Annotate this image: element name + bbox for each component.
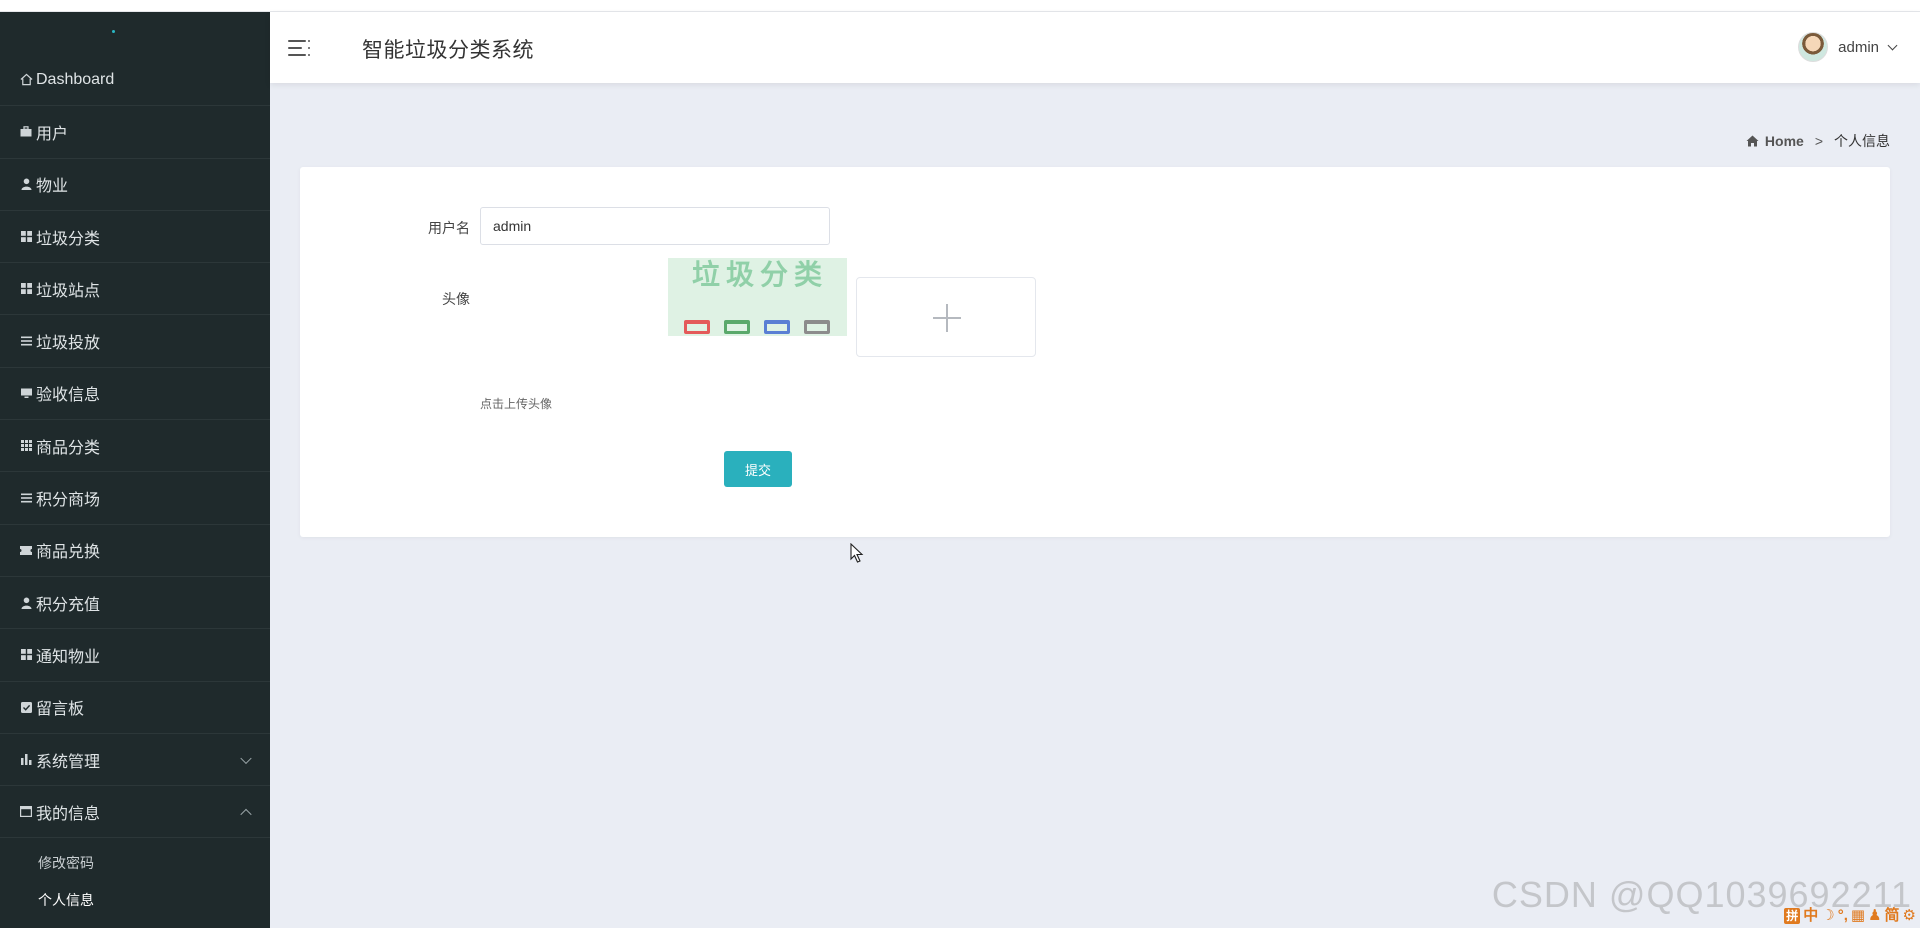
sidebar-item-dashboard[interactable]: Dashboard — [0, 54, 270, 107]
sidebar-item-label: 我的信息 — [36, 805, 101, 823]
avatar-upload-button[interactable] — [856, 277, 1036, 357]
sidebar-subitem-change-password[interactable]: 修改密码 — [0, 844, 270, 881]
sidebar-item-acceptance-info[interactable]: 验收信息 — [0, 368, 270, 421]
briefcase-icon — [19, 125, 33, 139]
ime-user-icon[interactable]: ♟ — [1868, 907, 1881, 925]
sidebar-item-system-management[interactable]: 系统管理 — [0, 734, 270, 787]
sidebar-item-points-mall[interactable]: 积分商场 — [0, 472, 270, 525]
avatar-preview-image: 垃圾分类 — [668, 258, 847, 336]
window-icon — [19, 805, 33, 819]
sidebar-item-property[interactable]: 物业 — [0, 159, 270, 211]
grid-icon — [19, 648, 33, 662]
sidebar-subitem-personal-info[interactable]: 个人信息 — [0, 881, 270, 918]
avatar-preview-text: 垃圾分类 — [692, 259, 829, 290]
user-icon — [19, 596, 33, 610]
chevron-down-icon — [240, 752, 252, 764]
breadcrumb: Home > 个人信息 — [1746, 131, 1890, 151]
sidebar-item-label: 垃圾站点 — [36, 282, 101, 300]
sidebar-item-label: 通知物业 — [36, 648, 101, 666]
sidebar-item-label: 垃圾分类 — [36, 230, 101, 248]
bar-chart-icon — [19, 753, 33, 767]
profile-form-card: 用户名 头像 垃圾分类 点击上传头像 提交 — [300, 167, 1890, 537]
chevron-down-icon — [1887, 40, 1898, 50]
sidebar-item-garbage-station[interactable]: 垃圾站点 — [0, 263, 270, 316]
sidebar-item-label: 积分充值 — [36, 596, 101, 614]
sidebar-item-garbage-category[interactable]: 垃圾分类 — [0, 211, 270, 264]
sidebar-item-label: 商品分类 — [36, 439, 101, 457]
sidebar-item-points-recharge[interactable]: 积分充值 — [0, 577, 270, 630]
breadcrumb-separator: > — [1814, 133, 1823, 149]
avatar — [1798, 32, 1829, 62]
sidebar-item-my-info[interactable]: 我的信息 — [0, 786, 270, 839]
sidebar-menu: Dashboard 用户 物业 垃圾分类 垃圾站点 垃圾投放 验收信息 商品分类… — [0, 54, 270, 918]
sidebar-item-label: 用户 — [36, 125, 69, 143]
ime-moon-icon[interactable]: ☽ — [1821, 907, 1834, 925]
grid-icon — [19, 439, 33, 453]
sidebar-item-label: 商品兑换 — [36, 544, 101, 562]
sidebar-item-label: 系统管理 — [36, 753, 101, 771]
user-icon — [19, 177, 33, 191]
ime-logo-icon[interactable]: 拼 — [1784, 908, 1801, 924]
top-header: 智能垃圾分类系统 admin — [270, 12, 1920, 83]
sidebar: Dashboard 用户 物业 垃圾分类 垃圾站点 垃圾投放 验收信息 商品分类… — [0, 12, 270, 928]
top-strip — [0, 0, 1920, 12]
sidebar-item-product-exchange[interactable]: 商品兑换 — [0, 525, 270, 577]
sidebar-item-label: 积分商场 — [36, 492, 101, 510]
ime-toolbar: 拼 中 ☽ °, ▦ ♟ 简 ⚙ — [1784, 906, 1916, 926]
menu-toggle-icon[interactable] — [288, 38, 310, 58]
grid-icon — [19, 282, 33, 296]
breadcrumb-home[interactable]: Home — [1746, 133, 1804, 149]
breadcrumb-current: 个人信息 — [1834, 133, 1890, 149]
sidebar-item-label: 验收信息 — [36, 387, 101, 405]
ime-chinese-toggle[interactable]: 中 — [1803, 907, 1818, 925]
breadcrumb-home-label: Home — [1764, 133, 1804, 149]
monitor-icon — [19, 386, 33, 400]
sidebar-submenu-my-info: 修改密码 个人信息 — [0, 838, 270, 918]
grid-icon — [19, 230, 33, 244]
mouse-cursor-icon — [850, 543, 864, 563]
ime-keyboard-icon[interactable]: ▦ — [1851, 907, 1865, 925]
sidebar-item-label: 物业 — [36, 178, 69, 196]
sidebar-item-notify-property[interactable]: 通知物业 — [0, 629, 270, 682]
sidebar-item-product-category[interactable]: 商品分类 — [0, 420, 270, 473]
sidebar-item-garbage-delivery[interactable]: 垃圾投放 — [0, 315, 270, 368]
list-icon — [19, 491, 33, 505]
app-title: 智能垃圾分类系统 — [362, 39, 534, 62]
check-square-icon — [19, 700, 33, 714]
user-name: admin — [1838, 38, 1879, 56]
username-label: 用户名 — [428, 220, 470, 236]
sidebar-item-users[interactable]: 用户 — [0, 106, 270, 159]
home-icon — [19, 73, 33, 87]
ime-settings-icon[interactable]: ⚙ — [1903, 907, 1916, 925]
upload-avatar-hint[interactable]: 点击上传头像 — [480, 395, 552, 412]
user-menu[interactable]: admin — [1798, 30, 1898, 64]
sidebar-item-label: 垃圾投放 — [36, 335, 101, 353]
chevron-up-icon — [240, 808, 252, 820]
ticket-icon — [19, 543, 33, 557]
sidebar-item-label: Dashboard — [36, 70, 115, 88]
home-icon — [1746, 135, 1759, 147]
sidebar-item-label: 留言板 — [36, 701, 85, 719]
list-icon — [19, 334, 33, 348]
submit-button[interactable]: 提交 — [724, 451, 792, 487]
ime-punctuation-icon[interactable]: °, — [1838, 907, 1848, 925]
ime-simplified-toggle[interactable]: 简 — [1885, 907, 1900, 925]
brand-dot — [112, 30, 115, 33]
username-input[interactable] — [480, 207, 830, 245]
sidebar-item-message-board[interactable]: 留言板 — [0, 682, 270, 734]
avatar-label: 头像 — [442, 291, 470, 307]
